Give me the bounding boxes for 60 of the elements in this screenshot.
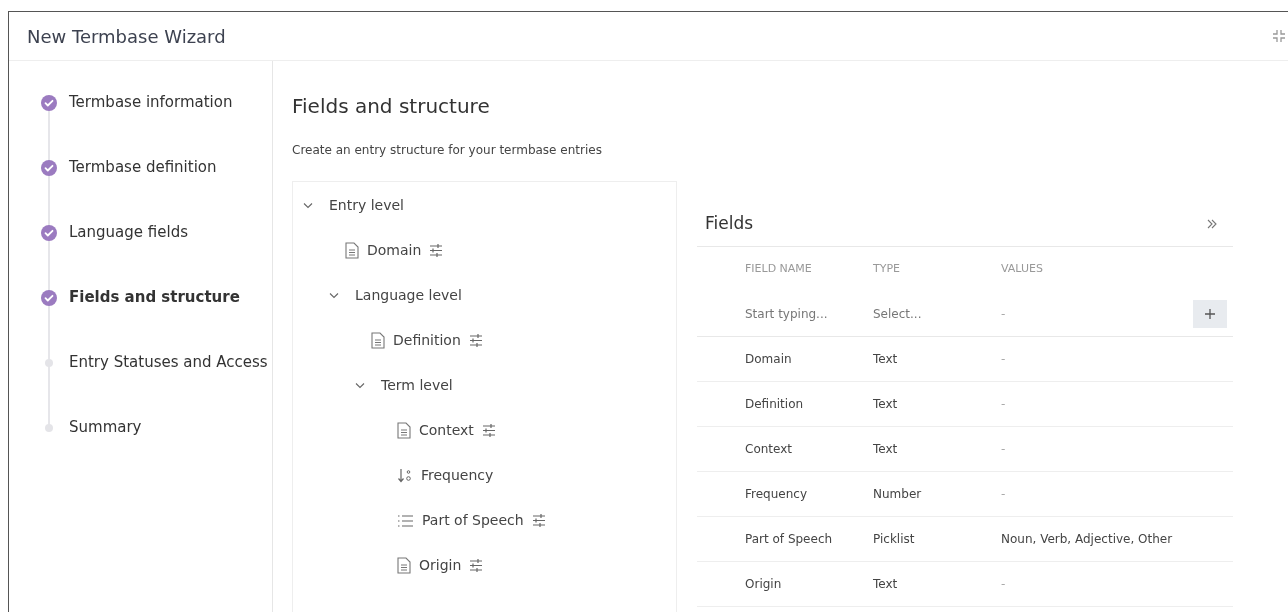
sort-numeric-icon (397, 467, 413, 484)
table-cell-text: Origin (745, 576, 783, 593)
table-cell-text: Domain (745, 351, 793, 368)
chevron-icon[interactable] (329, 292, 339, 299)
panel-title: Fields (705, 211, 754, 235)
type-select[interactable]: Select... (873, 304, 1001, 323)
add-button[interactable] (1193, 299, 1227, 328)
table-cell-text: Frequency (745, 486, 808, 503)
table-cell-text: - (1001, 396, 1007, 413)
table-cell-text: Noun, Verb, Adjective, Other (1001, 531, 1174, 548)
sliders-icon[interactable] (469, 559, 484, 572)
column-header: TYPE (873, 260, 902, 277)
plus-icon (1205, 308, 1215, 319)
window-title: New Termbase Wizard (27, 24, 226, 49)
chevron-icon[interactable] (355, 382, 365, 389)
document-icon (397, 422, 411, 439)
table-cell-text: Text (873, 396, 899, 413)
sliders-icon[interactable] (468, 334, 483, 347)
table-cell-text: Text (873, 576, 899, 593)
chevron-icon[interactable] (303, 202, 313, 209)
page-title: Fields and structure (292, 93, 491, 120)
table-cell-text: - (1001, 351, 1007, 368)
table-cell-text: Definition (745, 396, 805, 413)
column-header: VALUES (1001, 260, 1044, 277)
field-name-input[interactable]: Start typing... (745, 304, 860, 323)
list-icon (397, 513, 414, 528)
sliders-icon[interactable] (531, 514, 546, 527)
expand-icon[interactable] (1207, 218, 1217, 229)
document-icon (397, 557, 411, 574)
sliders-icon[interactable] (429, 244, 444, 257)
table-cell-text: - (1001, 441, 1007, 458)
table-cell-text: Picklist (873, 531, 916, 548)
table-cell-text: - (1001, 305, 1007, 323)
step-link[interactable]: Fields and structure (69, 286, 240, 309)
column-header: FIELD NAME (745, 260, 813, 277)
table-cell-text: - (1001, 576, 1007, 593)
tree-field-label[interactable]: Domain (367, 240, 422, 261)
table-cell-text: Text (873, 441, 899, 458)
page-subtitle: Create an entry structure for your termbase entries (292, 142, 603, 159)
document-icon (345, 242, 359, 259)
table-cell-text: Context (745, 441, 793, 458)
tree-field-label[interactable]: Part of Speech (422, 510, 524, 531)
table-cell-text: - (1001, 486, 1007, 503)
step-link[interactable]: Entry Statuses and Access (69, 351, 268, 374)
tree-level-label[interactable]: Language level (355, 285, 462, 306)
table-cell-text: Text (873, 351, 899, 368)
tree-field-label[interactable]: Frequency (421, 465, 494, 486)
sliders-icon[interactable] (481, 424, 496, 437)
step-link[interactable]: Termbase definition (69, 156, 217, 179)
table-cell-text: Part of Speech (745, 531, 834, 548)
tree-field-label[interactable]: Definition (393, 330, 461, 351)
tree-field-label[interactable]: Origin (419, 555, 462, 576)
step-link[interactable]: Language fields (69, 221, 188, 244)
tree-field-label[interactable]: Context (419, 420, 474, 441)
table-cell-text: Number (873, 486, 923, 503)
document-icon (371, 332, 385, 349)
tree-level-label[interactable]: Term level (381, 375, 453, 396)
tree-level-label[interactable]: Entry level (329, 195, 404, 216)
step-link[interactable]: Summary (69, 416, 142, 439)
step-link[interactable]: Termbase information (69, 91, 233, 114)
